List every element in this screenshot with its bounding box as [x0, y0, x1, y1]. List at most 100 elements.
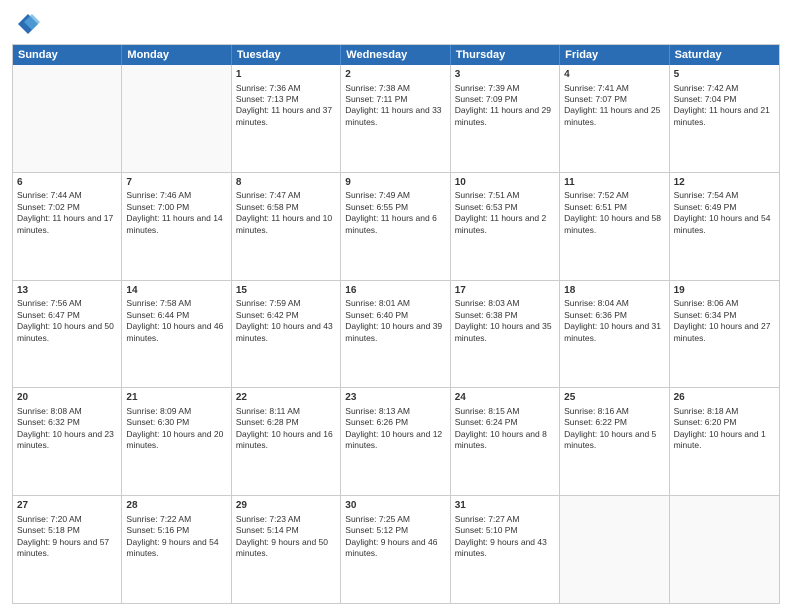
day-info: Daylight: 10 hours and 5 minutes.	[564, 429, 664, 452]
day-number: 22	[236, 391, 336, 405]
day-number: 8	[236, 176, 336, 190]
day-info: Daylight: 10 hours and 35 minutes.	[455, 321, 555, 344]
calendar-cell: 9Sunrise: 7:49 AMSunset: 6:55 PMDaylight…	[341, 173, 450, 280]
header-day-wednesday: Wednesday	[341, 45, 450, 65]
day-info: Sunset: 6:44 PM	[126, 310, 226, 321]
day-info: Sunset: 7:00 PM	[126, 202, 226, 213]
calendar-cell: 14Sunrise: 7:58 AMSunset: 6:44 PMDayligh…	[122, 281, 231, 388]
day-info: Sunset: 7:04 PM	[674, 94, 775, 105]
day-info: Sunset: 5:16 PM	[126, 525, 226, 536]
calendar: SundayMondayTuesdayWednesdayThursdayFrid…	[12, 44, 780, 604]
day-info: Daylight: 11 hours and 14 minutes.	[126, 213, 226, 236]
day-info: Daylight: 10 hours and 50 minutes.	[17, 321, 117, 344]
day-info: Daylight: 11 hours and 21 minutes.	[674, 105, 775, 128]
day-number: 19	[674, 284, 775, 298]
day-info: Daylight: 9 hours and 54 minutes.	[126, 537, 226, 560]
day-info: Sunrise: 7:39 AM	[455, 83, 555, 94]
day-number: 10	[455, 176, 555, 190]
day-info: Daylight: 11 hours and 37 minutes.	[236, 105, 336, 128]
day-number: 9	[345, 176, 445, 190]
calendar-cell: 24Sunrise: 8:15 AMSunset: 6:24 PMDayligh…	[451, 388, 560, 495]
day-info: Sunrise: 8:01 AM	[345, 298, 445, 309]
day-number: 5	[674, 68, 775, 82]
day-number: 18	[564, 284, 664, 298]
calendar-row-2: 6Sunrise: 7:44 AMSunset: 7:02 PMDaylight…	[13, 173, 779, 281]
day-info: Sunrise: 7:54 AM	[674, 190, 775, 201]
day-info: Sunrise: 7:22 AM	[126, 514, 226, 525]
calendar-header: SundayMondayTuesdayWednesdayThursdayFrid…	[13, 45, 779, 65]
day-info: Sunrise: 7:59 AM	[236, 298, 336, 309]
day-number: 13	[17, 284, 117, 298]
calendar-cell: 20Sunrise: 8:08 AMSunset: 6:32 PMDayligh…	[13, 388, 122, 495]
day-info: Sunset: 6:32 PM	[17, 417, 117, 428]
day-info: Sunset: 6:58 PM	[236, 202, 336, 213]
day-info: Sunrise: 7:58 AM	[126, 298, 226, 309]
day-info: Sunrise: 8:04 AM	[564, 298, 664, 309]
day-info: Sunset: 6:22 PM	[564, 417, 664, 428]
day-info: Daylight: 11 hours and 6 minutes.	[345, 213, 445, 236]
calendar-cell: 7Sunrise: 7:46 AMSunset: 7:00 PMDaylight…	[122, 173, 231, 280]
header-day-saturday: Saturday	[670, 45, 779, 65]
calendar-cell: 3Sunrise: 7:39 AMSunset: 7:09 PMDaylight…	[451, 65, 560, 172]
day-info: Sunset: 6:38 PM	[455, 310, 555, 321]
day-info: Sunrise: 8:13 AM	[345, 406, 445, 417]
day-info: Daylight: 10 hours and 43 minutes.	[236, 321, 336, 344]
day-info: Sunrise: 7:56 AM	[17, 298, 117, 309]
day-info: Sunrise: 7:38 AM	[345, 83, 445, 94]
day-info: Sunset: 6:34 PM	[674, 310, 775, 321]
calendar-cell: 22Sunrise: 8:11 AMSunset: 6:28 PMDayligh…	[232, 388, 341, 495]
day-number: 31	[455, 499, 555, 513]
day-info: Daylight: 10 hours and 23 minutes.	[17, 429, 117, 452]
calendar-body: 1Sunrise: 7:36 AMSunset: 7:13 PMDaylight…	[13, 65, 779, 603]
day-info: Sunrise: 8:06 AM	[674, 298, 775, 309]
header-day-tuesday: Tuesday	[232, 45, 341, 65]
calendar-cell: 17Sunrise: 8:03 AMSunset: 6:38 PMDayligh…	[451, 281, 560, 388]
calendar-cell: 4Sunrise: 7:41 AMSunset: 7:07 PMDaylight…	[560, 65, 669, 172]
calendar-cell: 13Sunrise: 7:56 AMSunset: 6:47 PMDayligh…	[13, 281, 122, 388]
calendar-cell: 19Sunrise: 8:06 AMSunset: 6:34 PMDayligh…	[670, 281, 779, 388]
day-info: Sunrise: 7:47 AM	[236, 190, 336, 201]
day-info: Sunset: 7:11 PM	[345, 94, 445, 105]
day-info: Sunset: 5:10 PM	[455, 525, 555, 536]
day-info: Daylight: 9 hours and 50 minutes.	[236, 537, 336, 560]
calendar-row-3: 13Sunrise: 7:56 AMSunset: 6:47 PMDayligh…	[13, 281, 779, 389]
day-info: Daylight: 10 hours and 20 minutes.	[126, 429, 226, 452]
calendar-cell: 10Sunrise: 7:51 AMSunset: 6:53 PMDayligh…	[451, 173, 560, 280]
day-info: Sunset: 5:18 PM	[17, 525, 117, 536]
day-number: 4	[564, 68, 664, 82]
calendar-cell: 5Sunrise: 7:42 AMSunset: 7:04 PMDaylight…	[670, 65, 779, 172]
calendar-cell: 18Sunrise: 8:04 AMSunset: 6:36 PMDayligh…	[560, 281, 669, 388]
day-number: 17	[455, 284, 555, 298]
calendar-row-5: 27Sunrise: 7:20 AMSunset: 5:18 PMDayligh…	[13, 496, 779, 603]
day-number: 24	[455, 391, 555, 405]
calendar-row-4: 20Sunrise: 8:08 AMSunset: 6:32 PMDayligh…	[13, 388, 779, 496]
calendar-row-1: 1Sunrise: 7:36 AMSunset: 7:13 PMDaylight…	[13, 65, 779, 173]
calendar-cell: 15Sunrise: 7:59 AMSunset: 6:42 PMDayligh…	[232, 281, 341, 388]
day-info: Daylight: 11 hours and 10 minutes.	[236, 213, 336, 236]
day-info: Daylight: 10 hours and 12 minutes.	[345, 429, 445, 452]
calendar-cell: 27Sunrise: 7:20 AMSunset: 5:18 PMDayligh…	[13, 496, 122, 603]
calendar-cell: 1Sunrise: 7:36 AMSunset: 7:13 PMDaylight…	[232, 65, 341, 172]
day-info: Sunset: 7:09 PM	[455, 94, 555, 105]
day-info: Daylight: 10 hours and 39 minutes.	[345, 321, 445, 344]
day-info: Sunrise: 7:36 AM	[236, 83, 336, 94]
day-info: Daylight: 9 hours and 57 minutes.	[17, 537, 117, 560]
day-info: Sunrise: 8:16 AM	[564, 406, 664, 417]
day-info: Sunrise: 7:41 AM	[564, 83, 664, 94]
day-info: Sunrise: 7:27 AM	[455, 514, 555, 525]
day-info: Sunset: 6:42 PM	[236, 310, 336, 321]
logo	[12, 10, 42, 38]
calendar-cell: 30Sunrise: 7:25 AMSunset: 5:12 PMDayligh…	[341, 496, 450, 603]
calendar-cell	[13, 65, 122, 172]
day-info: Sunrise: 8:03 AM	[455, 298, 555, 309]
calendar-cell: 29Sunrise: 7:23 AMSunset: 5:14 PMDayligh…	[232, 496, 341, 603]
header	[12, 10, 780, 38]
day-info: Daylight: 9 hours and 43 minutes.	[455, 537, 555, 560]
day-info: Sunset: 6:28 PM	[236, 417, 336, 428]
day-number: 25	[564, 391, 664, 405]
day-info: Daylight: 10 hours and 54 minutes.	[674, 213, 775, 236]
day-info: Daylight: 11 hours and 25 minutes.	[564, 105, 664, 128]
calendar-cell: 6Sunrise: 7:44 AMSunset: 7:02 PMDaylight…	[13, 173, 122, 280]
day-info: Sunrise: 7:46 AM	[126, 190, 226, 201]
day-number: 29	[236, 499, 336, 513]
